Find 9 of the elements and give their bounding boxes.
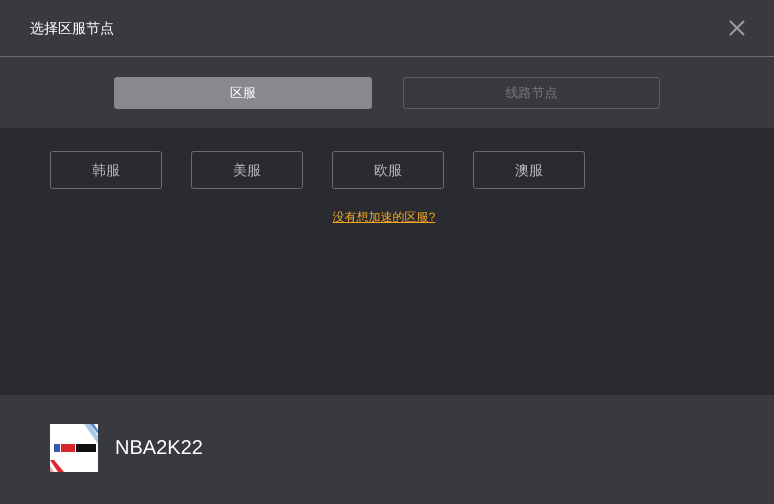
region-button[interactable]: 韩服 [50,151,162,189]
tab[interactable]: 区服 [114,76,372,108]
region-button[interactable]: 澳服 [473,151,585,189]
game-name: NBA2K22 [115,436,203,461]
region-button[interactable]: 欧服 [332,151,444,189]
window-title: 选择区服节点 [30,18,114,38]
region-button[interactable]: 美服 [191,151,303,189]
help-link[interactable]: 没有想加速的区服? [332,208,436,226]
close-icon[interactable] [728,19,746,37]
